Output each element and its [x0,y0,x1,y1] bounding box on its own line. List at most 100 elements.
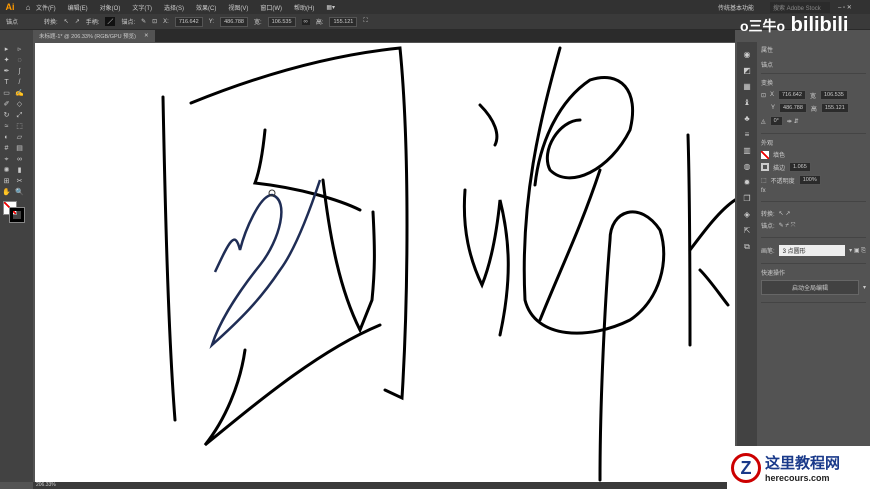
x-field[interactable]: 716.642 [174,16,203,27]
transform-h-field[interactable]: 155.121 [820,103,849,113]
pen-tool-icon[interactable]: ✒ [2,67,11,76]
zoom-level[interactable]: 206.33% [36,482,56,488]
workspace-switcher[interactable]: 传统基本功能 [718,3,754,12]
symbol-sprayer-icon[interactable]: ✺ [2,166,11,175]
handle-toggle-icon[interactable]: ／ [105,17,116,26]
anchor-tools-icon[interactable]: ✎ ⌿ ⤧ [779,222,796,230]
stroke-panel-icon[interactable]: ≡ [745,130,750,139]
convert-smooth-icon[interactable]: ↗ [75,18,80,25]
fill-swatch-icon[interactable] [761,150,769,159]
transform-w-field[interactable]: 106.535 [819,90,848,100]
y-field[interactable]: 486.788 [220,16,248,27]
home-icon[interactable]: ⌂ [20,3,36,12]
global-edit-button[interactable]: 启动全局编辑 [761,280,859,295]
site-name: bilibili [790,14,849,36]
shaper-tool-icon[interactable]: ✐ [2,100,11,109]
export-icon[interactable]: ⇱ [744,226,751,235]
rotate-tool-icon[interactable]: ↻ [2,111,11,120]
hand-tool-icon[interactable]: ✋ [2,188,11,197]
chevron-down-icon[interactable]: ▾ [863,284,866,291]
color-icon[interactable]: ◉ [744,50,751,59]
brushes-icon[interactable]: ♝ [743,98,750,107]
menu-help[interactable]: 帮助(H) [294,3,314,12]
selection-tool-icon[interactable]: ▸ [2,45,11,54]
artboards-icon[interactable]: ⧉ [744,242,750,252]
rotation-field[interactable]: 0° [769,116,783,126]
artboard-tool-icon[interactable]: ⊞ [2,177,11,186]
toolbar: ▸ ▹ ✦ ◌ ✒ ∫ T / ▭ ✍ ✐ ◇ ↻ ⤢ ≈ ⬚ ◐ ▱ # ▤ ⌖ ∞ ✺ ▮ ⊞ ✂ ✋… [0,30,33,482]
magic-wand-icon[interactable]: ✦ [2,56,11,65]
menu-view[interactable]: 视图(V) [228,3,248,12]
menu-file[interactable]: 文件(F) [36,3,56,12]
transform-y-field[interactable]: 486.788 [779,103,807,113]
link-icon[interactable]: ∞ [301,18,310,25]
opacity-field[interactable]: 100% [798,175,821,185]
fx-button[interactable]: fx [761,188,766,194]
shape-builder-icon[interactable]: ◐ [2,133,11,142]
brush-dropdown[interactable]: 3 点圆形 [778,245,846,256]
menu-window[interactable]: 窗口(W) [260,3,282,12]
h-field[interactable]: 155.121 [329,16,358,27]
rectangle-tool-icon[interactable]: ▭ [2,89,11,98]
menu-type[interactable]: 文字(T) [132,3,152,12]
gradient-panel-icon[interactable]: ▥ [743,146,751,155]
graphic-styles-icon[interactable]: ❐ [743,194,750,203]
eraser-icon[interactable]: ◇ [15,100,24,109]
line-tool-icon[interactable]: / [15,78,24,87]
document-tab[interactable]: 未标题-1* @ 206.33% (RGB/GPU 预览) ✕ [33,30,155,42]
slice-tool-icon[interactable]: ✂ [15,177,24,186]
convert-corner-icon[interactable]: ↖ [64,18,69,25]
layers-icon[interactable]: ◈ [744,210,750,219]
menu-select[interactable]: 选择(S) [164,3,184,12]
lasso-icon[interactable]: ◌ [15,56,24,65]
direct-selection-tool-icon[interactable]: ▹ [15,45,24,54]
stroke-swatch[interactable] [9,207,25,223]
eyedropper-icon[interactable]: ⌖ [2,155,11,164]
close-tab-icon[interactable]: ✕ [144,33,149,39]
properties-tab[interactable]: 属性 [761,45,866,54]
swatches-icon[interactable]: ▦ [743,82,751,91]
menu-object[interactable]: 对象(O) [100,3,121,12]
flip-icons[interactable]: ⇹ ⇵ [787,118,799,125]
curvature-icon[interactable]: ∫ [15,67,24,76]
perspective-icon[interactable]: ▱ [15,133,24,142]
stock-search-input[interactable]: 搜索 Adobe Stock [770,1,830,13]
type-tool-icon[interactable]: T [2,78,11,87]
mesh-icon[interactable]: # [2,144,11,153]
menu-edit[interactable]: 编辑(E) [68,3,88,12]
stroke-swatch-icon[interactable] [761,163,769,171]
y-label: Y [771,105,776,111]
stroke-weight-field[interactable]: 1.065 [789,162,811,172]
reference-point-icon[interactable]: ⊡ [761,92,766,99]
w-field[interactable]: 106.535 [267,16,296,27]
symbols-icon[interactable]: ♣ [744,114,749,123]
x-label: X [770,92,775,98]
site2-url: herecours.com [765,473,830,483]
align-icon[interactable]: ⊡ [152,18,157,25]
opacity-icon: ⬚ [761,177,767,184]
uploader-name: o三牛o [740,18,786,34]
artboard-canvas[interactable] [35,43,735,482]
fill-label: 填色 [773,153,786,159]
color-guide-icon[interactable]: ◩ [743,66,751,75]
menu-effect[interactable]: 效果(C) [196,3,216,12]
window-controls[interactable]: – ▫ ✕ [838,4,852,11]
gradient-icon[interactable]: ▤ [15,144,24,153]
graph-tool-icon[interactable]: ▮ [15,166,24,175]
fill-stroke-swatches[interactable] [3,201,30,225]
blend-icon[interactable]: ∞ [15,155,24,164]
transform-x-field[interactable]: 716.642 [778,90,806,100]
appearance-icon[interactable]: ✹ [744,178,751,187]
width-tool-icon[interactable]: ≈ [2,122,11,131]
free-transform-icon[interactable]: ⬚ [15,122,24,131]
brush-tool-icon[interactable]: ✍ [15,89,24,98]
transparency-icon[interactable]: ◍ [744,162,751,171]
convert-corner-icon[interactable]: ↖ ↗ [779,210,791,217]
arrange-documents-icon[interactable]: ▦▾ [326,4,335,11]
scale-tool-icon[interactable]: ⤢ [15,111,24,120]
zoom-tool-icon[interactable]: 🔍 [15,188,24,197]
remove-anchor-icon[interactable]: ✎ [141,18,146,25]
brush-options-icon[interactable]: ▾ ▣ ⎘ [849,247,866,255]
w-label: 宽 [809,93,816,100]
transform-icon[interactable]: ⛶ [363,18,367,25]
